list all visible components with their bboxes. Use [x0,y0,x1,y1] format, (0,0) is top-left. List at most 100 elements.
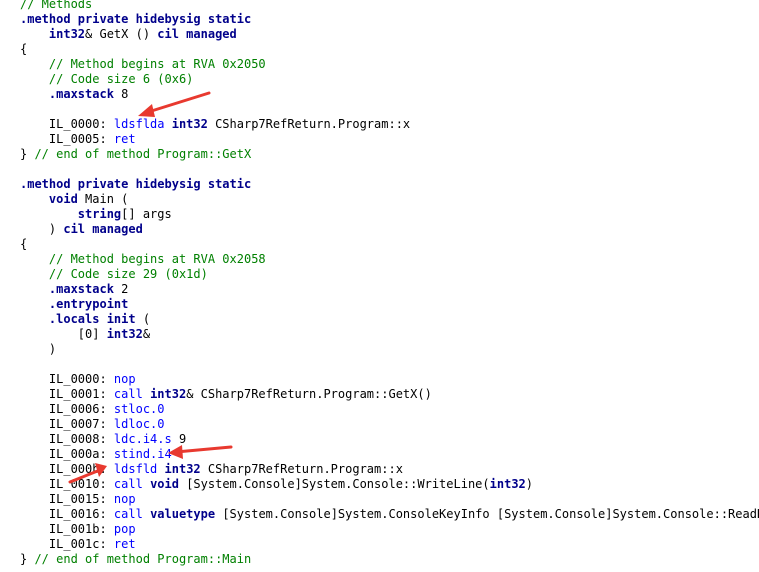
code-text: IL_0001: [20,387,114,401]
code-line: .method private hidebysig static [20,177,251,192]
code-text: & [142,327,151,341]
code-comment: // Method begins at RVA 0x2058 [48,252,266,266]
code-line: // Methods [20,0,92,12]
code-text: IL_000b: [20,462,114,476]
code-keyword: string [77,207,122,221]
code-line: IL_0006: stloc.0 [20,402,165,417]
code-text: IL_0005: [20,132,114,146]
code-text: IL_0010: [20,477,114,491]
code-text: IL_001b: [20,522,114,536]
code-text: { [20,42,28,56]
code-text: CSharp7RefReturn.Program::x [200,462,403,476]
code-comment: // Code size 29 (0x1d) [48,267,208,281]
code-text: IL_0006: [20,402,114,416]
code-keyword: .maxstack [48,87,114,101]
code-comment: // end of method Program::GetX [34,147,252,161]
code-text: 2 [113,282,129,296]
code-opcode: pop [113,522,136,536]
code-text: IL_0000: [20,372,114,386]
code-text: { [20,237,28,251]
code-keyword: int32 [48,27,86,41]
code-line: } // end of method Program::Main [20,552,251,567]
code-line: IL_0010: call void [System.Console]Syste… [20,477,533,492]
code-text: [System.Console]System.Console::WriteLin… [178,477,490,491]
code-keyword: .maxstack [48,282,114,296]
code-line: IL_0005: ret [20,132,136,147]
code-text: 8 [113,87,129,101]
code-comment: // Method begins at RVA 0x2050 [48,57,266,71]
code-line: // Method begins at RVA 0x2058 [20,252,266,267]
code-opcode: ret [113,132,136,146]
code-line: // Code size 29 (0x1d) [20,267,208,282]
code-line: ) [20,342,56,357]
code-opcode: nop [113,372,136,386]
code-text: 9 [171,432,187,446]
code-opcode: call [113,387,143,401]
code-text: ) [20,342,57,356]
code-line: IL_0007: ldloc.0 [20,417,165,432]
code-opcode: ldsflda [113,117,165,131]
code-text: } [20,147,35,161]
code-keyword: void [48,192,78,206]
code-line: [0] int32& [20,327,150,342]
code-line: IL_0000: nop [20,372,136,387]
code-text: Main ( [77,192,129,206]
code-opcode: nop [113,492,136,506]
code-keyword: int32 [164,462,201,476]
code-opcode: ret [113,537,136,551]
code-opcode: ldc.i4.s [113,432,172,446]
code-text: IL_0016: [20,507,114,521]
code-text: ( [135,312,151,326]
code-keyword: cil managed [63,222,143,236]
code-line: // Method begins at RVA 0x2050 [20,57,266,72]
code-keyword: .method private hidebysig static [20,177,252,191]
code-comment: // end of method Program::Main [34,552,252,566]
code-comment: // Code size 6 (0x6) [48,72,194,86]
code-line: IL_001b: pop [20,522,136,537]
code-opcode: call [113,507,143,521]
code-line: int32& GetX () cil managed [20,27,237,42]
code-opcode: stloc.0 [113,402,165,416]
code-keyword: .entrypoint [48,297,129,311]
code-text: [] args [121,207,172,221]
code-keyword: void [150,477,179,491]
code-comment: // Methods [20,0,93,11]
code-line: .locals init ( [20,312,150,327]
code-text: CSharp7RefReturn.Program::x [207,117,411,131]
code-line: void Main ( [20,192,128,207]
code-line: IL_0008: ldc.i4.s 9 [20,432,186,447]
code-text: [System.Console]System.ConsoleKeyInfo [S… [215,507,759,521]
code-text: IL_0000: [20,117,114,131]
code-keyword: .method private hidebysig static [20,12,252,26]
code-line: IL_0016: call valuetype [System.Console]… [20,507,759,522]
code-line: IL_000a: stind.i4 [20,447,172,462]
il-code-view: // Methods .method private hidebysig stat… [0,0,759,572]
code-line: IL_001c: ret [20,537,136,552]
code-line: IL_0015: nop [20,492,136,507]
code-text: & GetX () [85,27,158,41]
code-text: IL_001c: [20,537,114,551]
code-line: { [20,237,27,252]
code-line: { [20,42,27,57]
code-keyword: int32 [171,117,208,131]
code-keyword: int32 [106,327,143,341]
code-line: .maxstack 8 [20,87,128,102]
code-text: [0] [20,327,107,341]
code-line: IL_0000: ldsflda int32 CSharp7RefReturn.… [20,117,410,132]
code-opcode: call [113,477,143,491]
code-opcode: ldsfld [113,462,158,476]
code-text: IL_0007: [20,417,114,431]
